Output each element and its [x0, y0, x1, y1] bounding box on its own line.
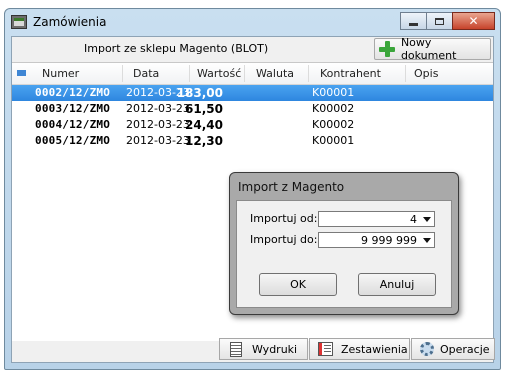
cell-numer: 0003/12/ZMO — [35, 102, 111, 115]
cell-wartosc: 24,40 — [185, 118, 223, 132]
cell-kontrahent: K00001 — [312, 86, 355, 99]
operacje-button[interactable]: Operacje — [411, 338, 495, 360]
table-row[interactable]: 0005/12/ZMO 2012-03-23 12,30 K00001 — [12, 133, 493, 149]
wydruki-label: Wydruki — [252, 342, 298, 356]
cell-kontrahent: K00002 — [312, 102, 355, 115]
header-divider — [189, 65, 190, 82]
list-header: Numer Data Wartość Waluta Kontrahent Opi… — [12, 63, 493, 85]
gear-icon — [420, 342, 434, 356]
plus-icon — [379, 41, 395, 57]
wydruki-button[interactable]: Wydruki — [219, 338, 308, 360]
header-divider — [244, 65, 245, 82]
import-from-label: Importuj od: — [250, 212, 318, 225]
ok-label: OK — [290, 278, 306, 291]
app-icon[interactable] — [11, 15, 27, 29]
column-header-opis[interactable]: Opis — [414, 67, 438, 80]
header-divider — [122, 65, 123, 82]
maximize-icon — [435, 17, 444, 25]
close-button[interactable]: ✕ — [452, 12, 495, 30]
import-to-select[interactable]: 9 999 999 — [318, 232, 435, 248]
cell-kontrahent: K00001 — [312, 134, 355, 147]
zestawienia-label: Zestawienia — [341, 342, 408, 356]
import-from-select[interactable]: 4 — [318, 211, 435, 227]
dialog-body: Importuj od: 4 Importuj do: 9 999 999 OK… — [236, 200, 452, 308]
printouts-icon — [230, 341, 242, 357]
import-magento-button[interactable]: Import ze sklepu Magento (BLOT) — [84, 42, 268, 55]
cell-numer: 0002/12/ZMO — [35, 86, 111, 99]
close-icon: ✕ — [468, 14, 479, 28]
column-header-waluta[interactable]: Waluta — [256, 67, 294, 80]
window-title: Zamówienia — [33, 15, 107, 29]
cancel-label: Anuluj — [379, 278, 415, 291]
table-row[interactable]: 0003/12/ZMO 2012-03-23 61,50 K00002 — [12, 101, 493, 117]
window-controls: ✕ — [400, 12, 495, 30]
bottom-toolbar: Wydruki Zestawienia Operacje — [12, 336, 495, 362]
cell-data: 2012-03-23 — [126, 134, 190, 147]
dialog-title: Import z Magento — [238, 180, 345, 194]
toolbar: Import ze sklepu Magento (BLOT) Nowy dok… — [12, 36, 493, 62]
import-dialog: Import z Magento Importuj od: 4 Importuj… — [229, 172, 459, 315]
table-row[interactable]: 0004/12/ZMO 2012-03-23 24,40 K00002 — [12, 117, 493, 133]
new-document-label: Nowy dokument — [400, 36, 457, 62]
cell-kontrahent: K00002 — [312, 118, 355, 131]
header-divider — [308, 65, 309, 82]
cell-data: 2012-03-23 — [126, 102, 190, 115]
cell-numer: 0004/12/ZMO — [35, 118, 111, 131]
title-bar[interactable]: Zamówienia ✕ — [5, 9, 500, 35]
new-document-button[interactable]: Nowy dokument — [374, 36, 491, 62]
column-chooser-icon[interactable] — [17, 70, 26, 76]
chevron-down-icon[interactable] — [420, 213, 433, 225]
cell-data: 2012-03-23 — [126, 118, 190, 131]
cancel-button[interactable]: Anuluj — [358, 273, 436, 296]
column-header-wartosc[interactable]: Wartość — [197, 67, 241, 80]
column-header-numer[interactable]: Numer — [42, 67, 79, 80]
import-to-label: Importuj do: — [250, 233, 318, 246]
chevron-down-icon[interactable] — [420, 234, 433, 246]
operacje-label: Operacje — [440, 342, 490, 356]
cell-wartosc: 183,00 — [176, 86, 223, 100]
zestawienia-button[interactable]: Zestawienia — [309, 338, 410, 360]
import-to-value: 9 999 999 — [361, 234, 417, 247]
maximize-button[interactable] — [426, 12, 453, 30]
reports-icon — [318, 342, 333, 356]
ok-button[interactable]: OK — [259, 273, 337, 296]
cell-wartosc: 12,30 — [185, 134, 223, 148]
column-header-data[interactable]: Data — [133, 67, 159, 80]
minimize-icon — [409, 22, 418, 26]
cell-numer: 0005/12/ZMO — [35, 134, 111, 147]
column-header-kontrahent[interactable]: Kontrahent — [320, 67, 381, 80]
header-divider — [405, 65, 406, 82]
minimize-button[interactable] — [400, 12, 427, 30]
import-from-value: 4 — [410, 213, 417, 226]
table-row[interactable]: 0002/12/ZMO 2012-03-23 183,00 K00001 — [12, 85, 493, 101]
cell-wartosc: 61,50 — [185, 102, 223, 116]
